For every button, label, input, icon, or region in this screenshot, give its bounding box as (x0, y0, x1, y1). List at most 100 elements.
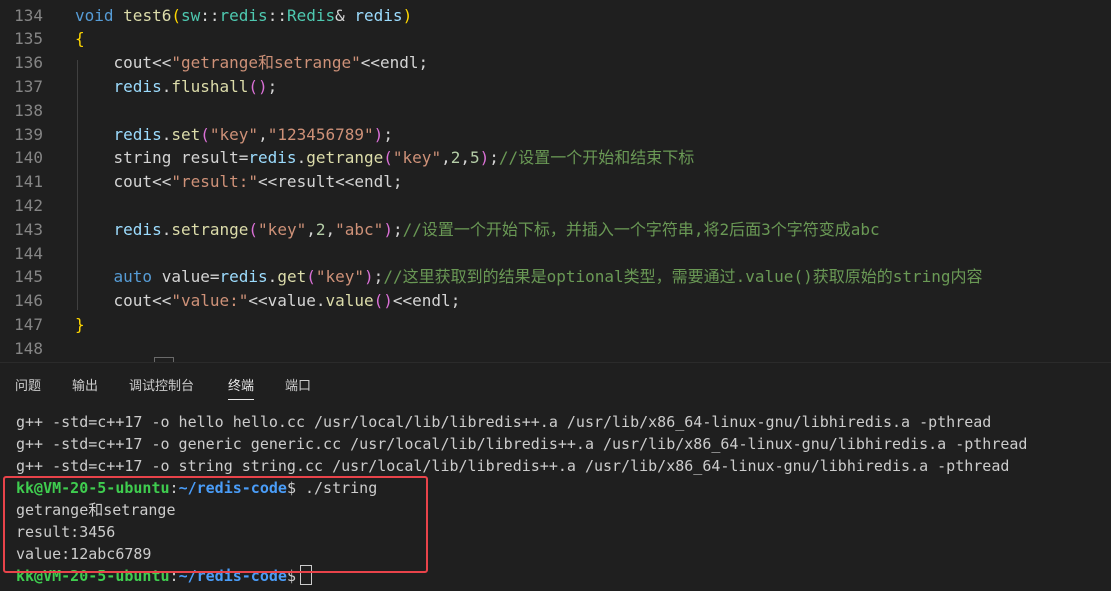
code-token: 5 (470, 148, 480, 168)
code-token: . (267, 267, 278, 287)
tab-output[interactable]: 输出 (72, 375, 98, 399)
code-line: 141 cout<<"result:"<<result<<endl; (0, 170, 1111, 194)
line-number: 143 (14, 219, 43, 239)
code-token: //设置一个开始和结束下标 (498, 148, 695, 168)
tab-problems[interactable]: 问题 (15, 375, 41, 399)
line-number: 142 (14, 195, 43, 215)
code-token: setrange (171, 219, 249, 239)
output-highlight-box (3, 476, 428, 573)
code-token: , (258, 124, 268, 144)
code-token: "getrange和setrange" (171, 53, 361, 73)
code-token: , (306, 219, 316, 239)
code-line: 135 { (0, 27, 1111, 51)
code-token: ; (392, 219, 403, 239)
code-token: . (296, 148, 307, 168)
code-token: redis (248, 148, 297, 168)
code-token: cout<< (75, 172, 172, 192)
code-text: auto value=redis.get("key");//这里获取到的结果是o… (75, 265, 983, 289)
code-token: "key" (315, 267, 365, 287)
code-token: set (171, 124, 201, 144)
code-token: string result= (75, 148, 249, 168)
code-text: } (75, 313, 85, 337)
code-token: ) (402, 5, 413, 25)
code-token: . (161, 76, 172, 96)
code-line: 142 (0, 194, 1111, 218)
code-token: ; (489, 148, 499, 168)
line-number: 144 (14, 243, 43, 263)
code-token: , (460, 148, 470, 168)
code-token: ( (306, 267, 316, 287)
code-token: test6 (123, 5, 172, 25)
code-token: () (373, 291, 393, 311)
code-token: () (248, 76, 268, 96)
terminal-line: g++ -std=c++17 -o hello hello.cc /usr/lo… (16, 413, 992, 431)
code-line: 136 cout<<"getrange和setrange"<<endl; (0, 51, 1111, 75)
line-number: 135 (14, 29, 43, 49)
code-token: 2 (450, 148, 461, 168)
code-token: redis (113, 219, 162, 239)
code-editor[interactable]: 134 void test6(sw::redis::Redis& redis) 13… (0, 0, 1111, 362)
code-token: cout<< (75, 53, 172, 73)
code-line: 139 redis.set("key","123456789"); (0, 123, 1111, 147)
tab-terminal[interactable]: 终端 (228, 375, 255, 400)
code-token: ( (248, 219, 259, 239)
code-token: :: (267, 5, 287, 25)
code-line: 138 (0, 99, 1111, 123)
code-token: auto (113, 267, 153, 287)
tab-debug-console[interactable]: 调试控制台 (129, 375, 194, 399)
code-token: ; (267, 76, 278, 96)
line-number: 146 (14, 291, 43, 311)
code-token: "key" (209, 124, 259, 144)
code-token: ) (364, 267, 374, 287)
line-number: 148 (14, 338, 43, 358)
code-token: & (335, 5, 355, 25)
code-token: cout<< (75, 291, 172, 311)
code-token: <<value. (248, 291, 326, 311)
code-token: "key" (258, 219, 307, 239)
code-token: redis (219, 5, 268, 25)
code-text: void test6(sw::redis::Redis& redis) (75, 4, 412, 28)
code-token: ( (383, 148, 393, 168)
code-token: redis (113, 76, 162, 96)
code-line: 143 redis.setrange("key",2,"abc");//设置一个… (0, 218, 1111, 242)
code-token: <<endl; (392, 291, 461, 311)
code-token: :: (200, 5, 220, 25)
code-line: 146 cout<<"value:"<<value.value()<<endl; (0, 289, 1111, 313)
line-number: 136 (14, 53, 43, 73)
code-token: "key" (392, 148, 442, 168)
code-line: 147} (0, 313, 1111, 337)
code-token: Redis (286, 5, 336, 25)
code-token: ( (200, 124, 210, 144)
code-token: value= (152, 267, 220, 287)
code-token: "123456789" (267, 124, 374, 144)
code-token: ) (373, 124, 384, 144)
tab-ports[interactable]: 端口 (285, 375, 311, 399)
code-token: } (75, 314, 85, 334)
code-text: { (75, 27, 85, 51)
panel-tabs: 问题 输出 调试控制台 终端 端口 (0, 363, 1111, 407)
code-token: //这里获取到的结果是optional类型，需要通过.value()获取原始的s… (383, 267, 983, 287)
code-token: ; (383, 124, 393, 144)
code-token: "value:" (171, 291, 249, 311)
terminal-line: g++ -std=c++17 -o string string.cc /usr/… (16, 457, 1010, 475)
line-number: 147 (14, 314, 43, 334)
line-number: 145 (14, 267, 43, 287)
code-text: cout<<"getrange和setrange"<<endl; (75, 51, 429, 75)
code-line: 134 void test6(sw::redis::Redis& redis) (0, 4, 1111, 28)
code-token: ; (373, 267, 384, 287)
code-token: redis (354, 5, 403, 25)
code-line: 137 redis.flushall(); (0, 75, 1111, 99)
code-token: "result:" (171, 172, 259, 192)
code-token: . (161, 124, 172, 144)
code-token: ) (479, 148, 490, 168)
code-line: 140 string result=redis.getrange("key",2… (0, 146, 1111, 170)
code-line: 145 auto value=redis.get("key");//这里获取到的… (0, 265, 1111, 289)
line-number: 137 (14, 76, 43, 96)
line-number: 138 (14, 100, 43, 120)
line-number: 134 (14, 5, 43, 25)
code-token: redis (219, 267, 268, 287)
code-text: redis.setrange("key",2,"abc");//设置一个开始下标… (75, 218, 880, 242)
